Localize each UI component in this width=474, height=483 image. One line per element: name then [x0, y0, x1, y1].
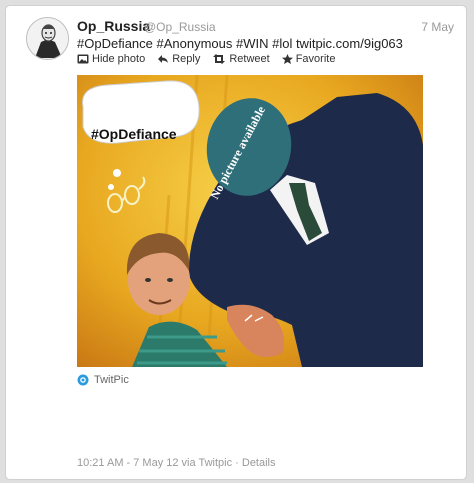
- details-link[interactable]: Details: [242, 457, 276, 469]
- tweet-footer: 10:21 AM - 7 May 12 via Twitpic · Detail…: [77, 457, 276, 469]
- favorite-button[interactable]: Favorite: [281, 53, 336, 65]
- comic-image: #OpDefiance No picture available: [77, 75, 423, 367]
- footer-separator: ·: [232, 457, 242, 469]
- reply-button[interactable]: Reply: [157, 53, 200, 65]
- display-name[interactable]: Op_Russia: [77, 18, 150, 34]
- reply-icon: [158, 55, 169, 63]
- photo-source-label: TwitPic: [94, 374, 129, 386]
- user-handle[interactable]: @Op_Russia: [144, 20, 216, 34]
- reply-label: Reply: [172, 53, 201, 65]
- favorite-label: Favorite: [295, 53, 336, 65]
- hide-photo-label: Hide photo: [92, 53, 146, 65]
- anonymous-mask-icon: [27, 18, 68, 59]
- tweet-timestamp: 10:21 AM - 7 May 12 via Twitpic: [77, 457, 233, 469]
- photo-source[interactable]: TwitPic: [77, 374, 129, 386]
- tweet-text: #OpDefiance #Anonymous #WIN #lol twitpic…: [77, 36, 403, 51]
- retweet-button[interactable]: Retweet: [212, 53, 270, 65]
- hide-photo-button[interactable]: Hide photo: [77, 53, 145, 65]
- photo-icon: [77, 54, 89, 64]
- tweet-card: Op_Russia @Op_Russia 7 May #OpDefiance #…: [5, 5, 467, 480]
- tweet-actions: Hide photo Reply Retweet Favorite: [77, 53, 335, 65]
- star-icon: [281, 54, 293, 64]
- tweet-photo[interactable]: #OpDefiance No picture available: [77, 75, 423, 367]
- speech-bubble-text: #OpDefiance: [91, 126, 177, 142]
- avatar[interactable]: [26, 17, 69, 60]
- tweet-date[interactable]: 7 May: [421, 20, 454, 34]
- retweet-icon: [213, 54, 226, 64]
- retweet-label: Retweet: [229, 53, 270, 65]
- twitpic-icon: [77, 374, 89, 386]
